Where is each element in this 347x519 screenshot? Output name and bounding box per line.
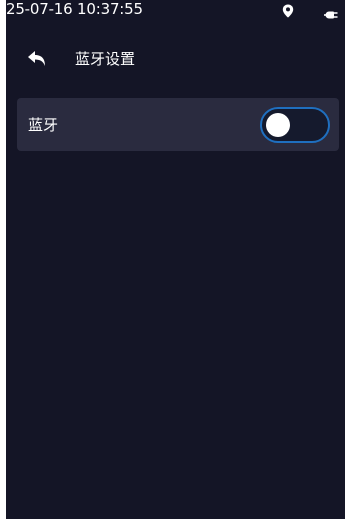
location-pin-icon — [282, 3, 294, 18]
bluetooth-settings-screen: 25-07-16 10:37:55 蓝牙设置 蓝牙 — [6, 0, 345, 519]
back-arrow-icon[interactable] — [26, 48, 50, 70]
status-bar: 25-07-16 10:37:55 — [6, 0, 345, 22]
toggle-knob — [266, 113, 290, 137]
bluetooth-setting-row: 蓝牙 — [17, 98, 339, 151]
bluetooth-toggle[interactable] — [260, 107, 330, 143]
power-plug-icon — [323, 5, 339, 19]
page-title: 蓝牙设置 — [75, 50, 136, 68]
bluetooth-label: 蓝牙 — [28, 116, 59, 134]
status-time: 25-07-16 10:37:55 — [6, 0, 143, 18]
page-header: 蓝牙设置 — [6, 44, 345, 74]
